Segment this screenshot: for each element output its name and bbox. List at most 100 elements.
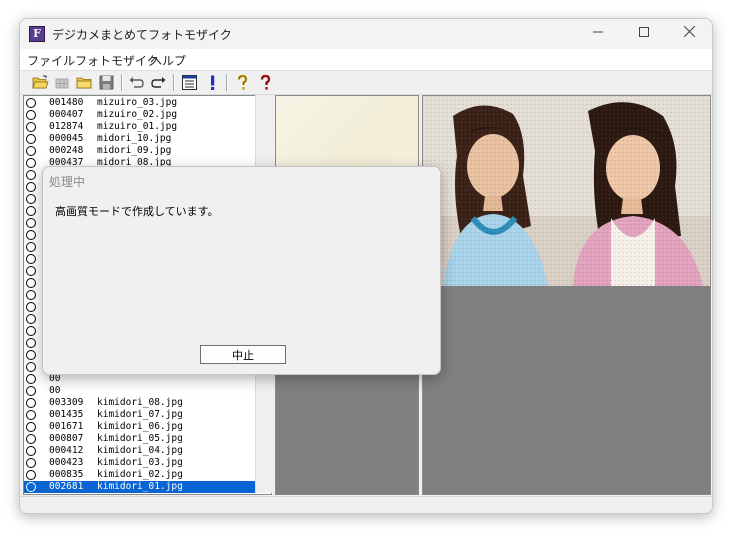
- file-list-row[interactable]: 000045 midori_10.jpg: [24, 133, 255, 145]
- radio-icon[interactable]: [26, 230, 36, 240]
- radio-icon[interactable]: [26, 98, 36, 108]
- title-bar[interactable]: F デジカメまとめてフォトモザイク: [20, 19, 712, 49]
- file-count: 000423: [49, 457, 84, 468]
- list-icon[interactable]: [181, 74, 198, 91]
- file-name: kimidori_05.jpg: [97, 433, 183, 444]
- file-name: mizuiro_02.jpg: [97, 109, 178, 120]
- maximize-icon: [639, 27, 649, 37]
- file-name: kimidori_04.jpg: [97, 445, 183, 456]
- open-folder-icon[interactable]: [32, 74, 49, 91]
- radio-icon[interactable]: [26, 254, 36, 264]
- radio-icon[interactable]: [26, 158, 36, 168]
- exclamation-icon[interactable]: [204, 74, 221, 91]
- radio-icon[interactable]: [26, 410, 36, 420]
- file-list-row[interactable]: 000407 mizuiro_02.jpg: [24, 109, 255, 121]
- file-count: 000412: [49, 445, 84, 456]
- radio-icon[interactable]: [26, 326, 36, 336]
- radio-icon[interactable]: [26, 362, 36, 372]
- radio-icon[interactable]: [26, 134, 36, 144]
- file-count: 001480: [49, 97, 84, 108]
- file-list-row[interactable]: 001435 kimidori_07.jpg: [24, 409, 255, 421]
- radio-icon[interactable]: [26, 182, 36, 192]
- radio-icon[interactable]: [26, 302, 36, 312]
- radio-icon[interactable]: [26, 206, 36, 216]
- file-count: 002681: [49, 481, 84, 492]
- radio-icon[interactable]: [26, 398, 36, 408]
- menu-photomosaic[interactable]: フォトモザイク: [75, 52, 159, 69]
- maximize-button[interactable]: [621, 19, 667, 49]
- file-list-row[interactable]: 000412 kimidori_04.jpg: [24, 445, 255, 457]
- file-list-row[interactable]: 001480 mizuiro_03.jpg: [24, 97, 255, 109]
- undo-icon[interactable]: [128, 74, 145, 91]
- radio-icon[interactable]: [26, 146, 36, 156]
- radio-icon[interactable]: [26, 314, 36, 324]
- file-count: 00: [49, 385, 61, 396]
- app-icon: F: [29, 26, 45, 42]
- radio-icon[interactable]: [26, 218, 36, 228]
- file-name: kimidori_06.jpg: [97, 421, 183, 432]
- file-list-row[interactable]: 001671 kimidori_06.jpg: [24, 421, 255, 433]
- radio-icon[interactable]: [26, 434, 36, 444]
- radio-icon[interactable]: [26, 374, 36, 384]
- mosaic-photo: [423, 96, 710, 286]
- file-list-row[interactable]: 00: [24, 385, 255, 397]
- file-list-row[interactable]: 000423 kimidori_03.jpg: [24, 457, 255, 469]
- radio-icon[interactable]: [26, 194, 36, 204]
- save-icon[interactable]: [98, 74, 115, 91]
- radio-icon[interactable]: [26, 422, 36, 432]
- radio-icon[interactable]: [26, 386, 36, 396]
- radio-icon[interactable]: [26, 482, 36, 492]
- radio-icon[interactable]: [26, 278, 36, 288]
- mosaic-result-preview: [422, 95, 711, 495]
- file-list-row[interactable]: 003309 kimidori_08.jpg: [24, 397, 255, 409]
- file-count: 001435: [49, 409, 84, 420]
- menu-bar: ファイル フォトモザイク ヘルプ: [20, 49, 712, 71]
- file-name: kimidori_07.jpg: [97, 409, 183, 420]
- file-name: kimidori_08.jpg: [97, 397, 183, 408]
- toolbar: [20, 71, 712, 95]
- radio-icon[interactable]: [26, 458, 36, 468]
- file-name: midori_09.jpg: [97, 145, 172, 156]
- file-list-row[interactable]: 002681 kimidori_01.jpg: [24, 481, 255, 493]
- radio-icon[interactable]: [26, 446, 36, 456]
- toolbar-separator: [121, 74, 123, 91]
- folder-icon[interactable]: [76, 74, 93, 91]
- menu-file[interactable]: ファイル: [27, 52, 75, 69]
- radio-icon[interactable]: [26, 266, 36, 276]
- file-list-row[interactable]: 012874 mizuiro_01.jpg: [24, 121, 255, 133]
- file-count: 000248: [49, 145, 84, 156]
- minimize-icon: [593, 31, 603, 33]
- minimize-button[interactable]: [575, 19, 621, 49]
- dialog-title: 処理中: [49, 175, 86, 189]
- close-icon: [683, 25, 695, 38]
- radio-icon[interactable]: [26, 242, 36, 252]
- radio-icon[interactable]: [26, 110, 36, 120]
- radio-icon[interactable]: [26, 170, 36, 180]
- window-title: デジカメまとめてフォトモザイク: [52, 28, 232, 42]
- file-name: kimidori_02.jpg: [97, 469, 183, 480]
- radio-icon[interactable]: [26, 338, 36, 348]
- context-help-icon[interactable]: [257, 74, 274, 91]
- file-count: 000835: [49, 469, 84, 480]
- radio-icon[interactable]: [26, 350, 36, 360]
- processing-dialog: 処理中 高画質モードで作成しています。 中止: [42, 166, 441, 375]
- file-count: 000045: [49, 133, 84, 144]
- radio-icon[interactable]: [26, 290, 36, 300]
- file-list-row[interactable]: 000807 kimidori_05.jpg: [24, 433, 255, 445]
- help-icon[interactable]: [234, 74, 251, 91]
- close-button[interactable]: [666, 19, 712, 49]
- file-name: midori_10.jpg: [97, 133, 172, 144]
- radio-icon[interactable]: [26, 122, 36, 132]
- file-count: 000807: [49, 433, 84, 444]
- redo-icon[interactable]: [150, 74, 167, 91]
- grid-icon[interactable]: [54, 74, 71, 91]
- file-count: 003309: [49, 397, 84, 408]
- cancel-button[interactable]: 中止: [200, 345, 286, 364]
- file-list-row[interactable]: 000835 kimidori_02.jpg: [24, 469, 255, 481]
- radio-icon[interactable]: [26, 470, 36, 480]
- file-list-row[interactable]: 000248 midori_09.jpg: [24, 145, 255, 157]
- file-count: 012874: [49, 121, 84, 132]
- file-count: 000407: [49, 109, 84, 120]
- file-name: mizuiro_03.jpg: [97, 97, 178, 108]
- menu-help[interactable]: ヘルプ: [150, 52, 186, 69]
